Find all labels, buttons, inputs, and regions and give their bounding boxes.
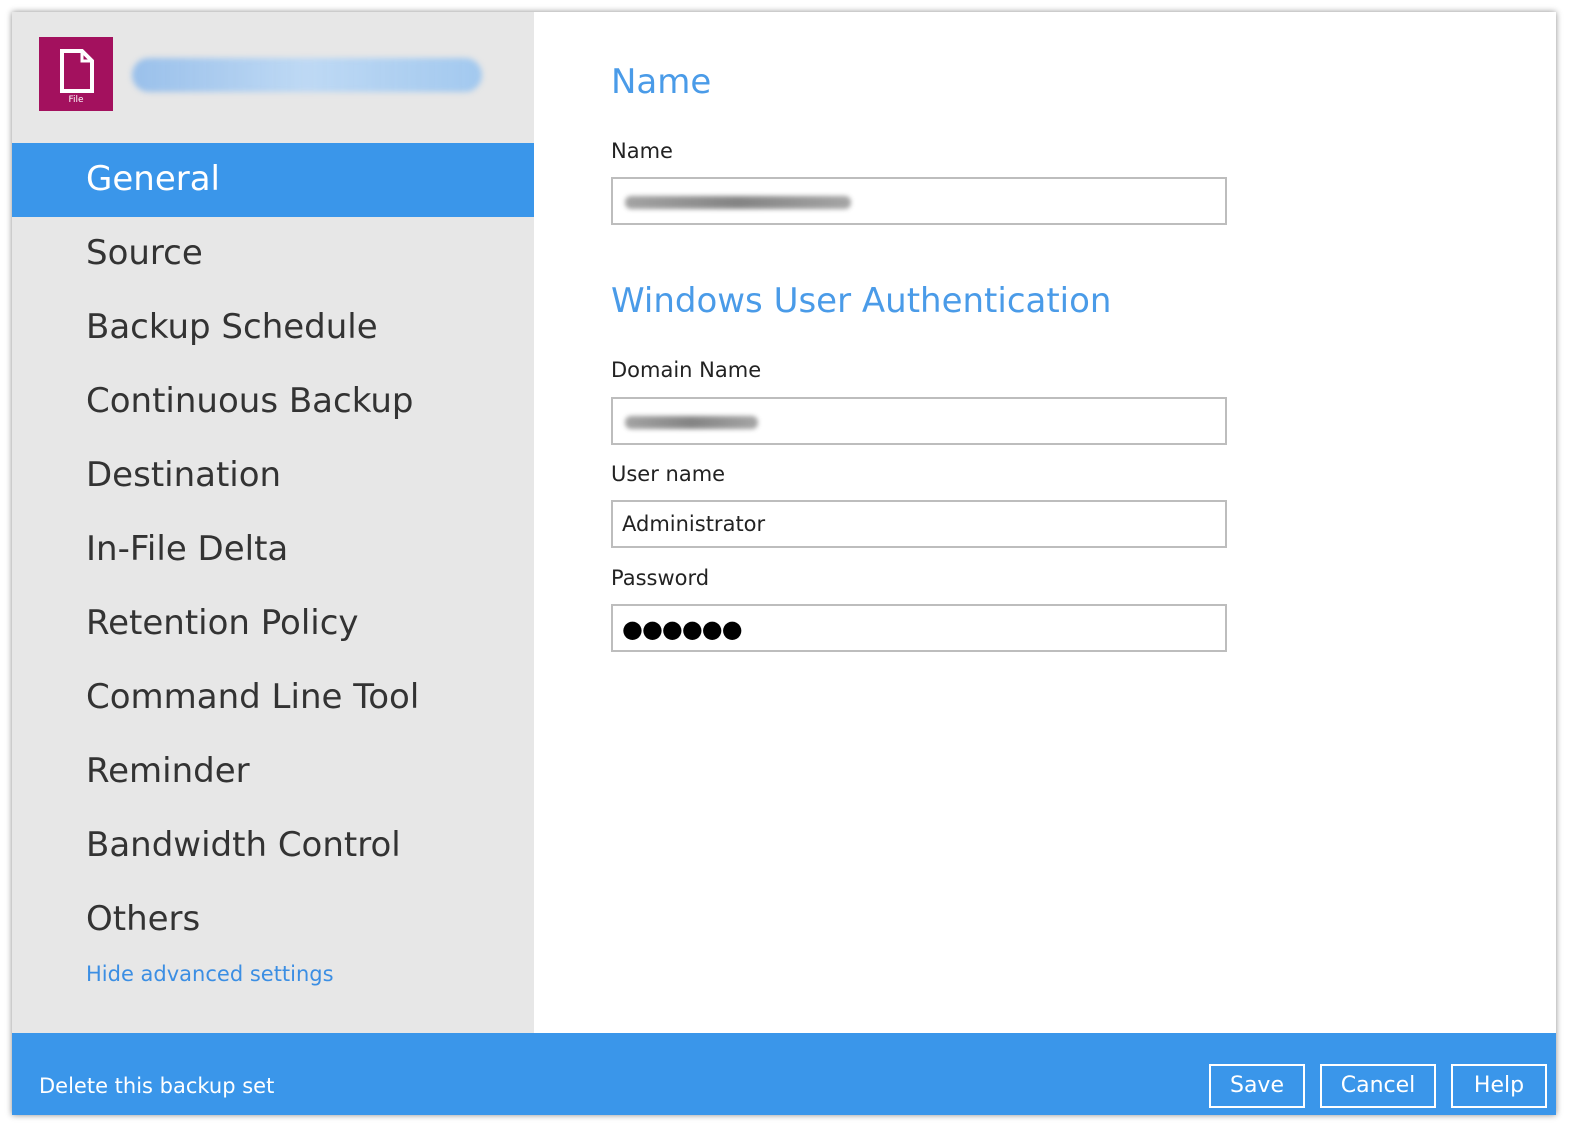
general-settings-panel: Name Name Windows User Authentication Do… [534,12,1556,1033]
nav-item-bandwidth-control[interactable]: Bandwidth Control [12,809,534,883]
domain-name-label: Domain Name [611,358,762,382]
auth-section-heading: Windows User Authentication [611,281,1112,321]
icon-caption: File [68,95,84,105]
domain-value-redacted [625,416,758,429]
name-input[interactable] [611,177,1227,225]
nav-item-continuous-backup[interactable]: Continuous Backup [12,365,534,439]
sidebar: File General Source Backup Schedule Cont… [12,12,534,1033]
footer-bar: Delete this backup set Save Cancel Help [12,1033,1556,1115]
domain-name-input[interactable] [611,397,1227,445]
nav-item-destination[interactable]: Destination [12,439,534,513]
name-label: Name [611,139,673,163]
password-masked-value: ●●●●●● [622,615,743,643]
user-name-value: Administrator [622,512,766,536]
user-name-label: User name [611,462,726,486]
nav-item-others[interactable]: Others [12,883,534,957]
nav-item-backup-schedule[interactable]: Backup Schedule [12,291,534,365]
save-button[interactable]: Save [1209,1064,1305,1108]
help-button[interactable]: Help [1451,1064,1547,1108]
password-input[interactable]: ●●●●●● [611,604,1227,652]
nav-item-reminder[interactable]: Reminder [12,735,534,809]
file-icon: File [39,37,113,111]
nav-item-retention-policy[interactable]: Retention Policy [12,587,534,661]
name-section-heading: Name [611,62,712,102]
backup-set-title-redacted [132,58,482,92]
name-value-redacted [625,196,851,209]
settings-nav: General Source Backup Schedule Continuou… [12,143,534,957]
cancel-button[interactable]: Cancel [1320,1064,1436,1108]
delete-backup-set-link[interactable]: Delete this backup set [39,1033,274,1139]
nav-item-general[interactable]: General [12,143,534,217]
user-name-input[interactable]: Administrator [611,500,1227,548]
password-label: Password [611,566,710,590]
hide-advanced-settings-link[interactable]: Hide advanced settings [86,962,334,986]
nav-item-in-file-delta[interactable]: In-File Delta [12,513,534,587]
nav-item-source[interactable]: Source [12,217,534,291]
backup-set-settings-window: File General Source Backup Schedule Cont… [12,12,1556,1115]
nav-item-command-line-tool[interactable]: Command Line Tool [12,661,534,735]
